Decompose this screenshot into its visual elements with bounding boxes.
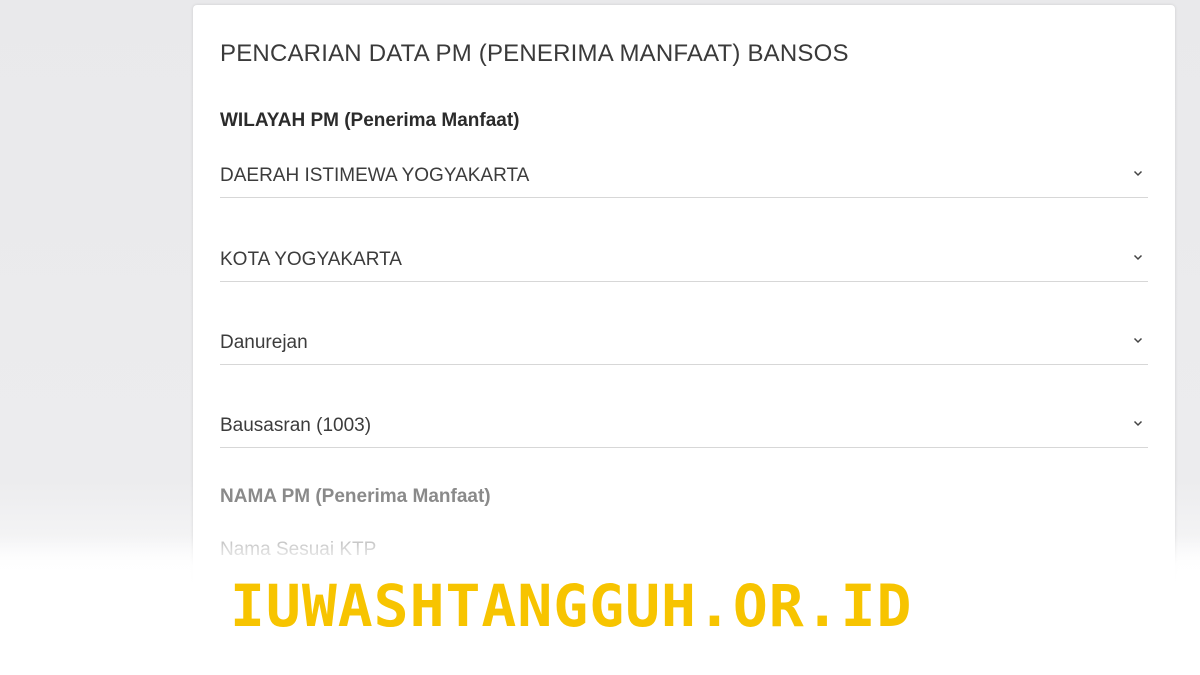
region-section-label: WILAYAH PM (Penerima Manfaat)	[220, 110, 520, 131]
village-select-value: Bausasran (1003)	[220, 415, 372, 436]
chevron-down-icon	[1133, 170, 1143, 177]
chevron-down-icon	[1133, 254, 1143, 261]
city-select-value: KOTA YOGYAKARTA	[220, 249, 402, 270]
name-section-label: NAMA PM (Penerima Manfaat)	[220, 486, 491, 507]
city-select[interactable]: KOTA YOGYAKARTA	[220, 241, 1148, 282]
chevron-down-icon	[1133, 337, 1143, 344]
district-select[interactable]: Danurejan	[220, 324, 1148, 365]
district-select-value: Danurejan	[220, 332, 308, 353]
form-title: PENCARIAN DATA PM (PENERIMA MANFAAT) BAN…	[220, 40, 849, 67]
province-select[interactable]: DAERAH ISTIMEWA YOGYAKARTA	[220, 157, 1148, 198]
chevron-down-icon	[1133, 420, 1143, 427]
province-select-value: DAERAH ISTIMEWA YOGYAKARTA	[220, 165, 530, 186]
watermark-text: IUWASHTANGGUH.OR.ID	[230, 572, 913, 640]
village-select[interactable]: Bausasran (1003)	[220, 407, 1148, 448]
